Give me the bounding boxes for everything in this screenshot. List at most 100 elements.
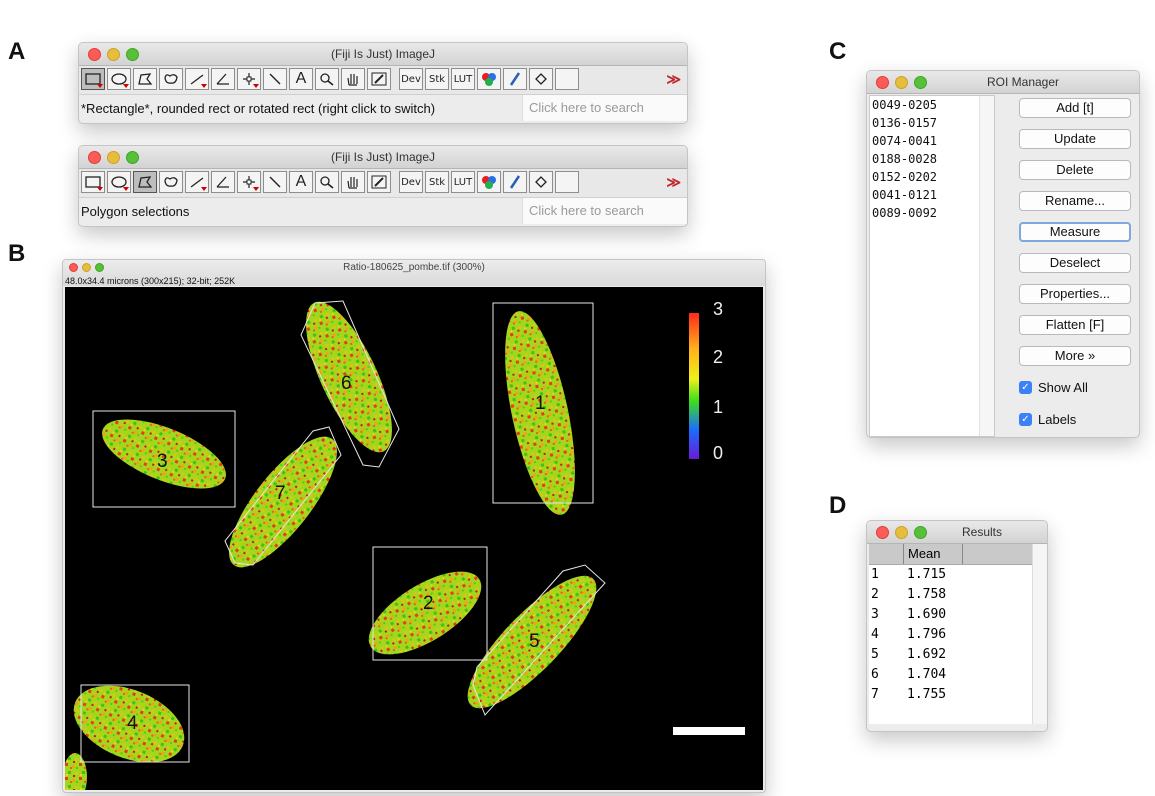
freehand-tool[interactable] <box>159 171 183 193</box>
row-mean: 1.704 <box>907 667 947 682</box>
hand-tool[interactable] <box>341 68 365 90</box>
checkmark-icon: ✓ <box>1019 413 1032 426</box>
brush-tool[interactable] <box>503 68 527 90</box>
table-row[interactable]: 2 1.758 <box>869 585 1045 605</box>
flood-fill-tool[interactable] <box>529 171 553 193</box>
image-canvas[interactable]: 3 2 1 0 1 2 3 4 5 6 7 <box>65 287 763 790</box>
text-tool[interactable]: A <box>289 68 313 90</box>
row-mean: 1.690 <box>907 607 947 622</box>
empty-tool-slot[interactable] <box>555 171 579 193</box>
roi-list-item[interactable]: 0049-0205 <box>870 96 994 114</box>
freehand-icon <box>164 177 178 187</box>
image-window: Ratio-180625_pombe.tif (300%) 48.0x34.4 … <box>62 259 766 793</box>
zoom-tool[interactable] <box>315 68 339 90</box>
wand-tool[interactable] <box>263 68 287 90</box>
roi-list-item[interactable]: 0152-0202 <box>870 168 994 186</box>
roi-list-scrollbar[interactable] <box>979 96 994 436</box>
panel-letter-b: B <box>8 240 26 267</box>
dropper-icon <box>371 72 387 86</box>
lut-menu[interactable]: LUT <box>451 68 475 90</box>
more-button[interactable]: More » <box>1019 346 1131 366</box>
roi-list-item[interactable]: 0136-0157 <box>870 114 994 132</box>
tool-row: A Dev Stk LUT ≫ <box>79 66 687 94</box>
oval-tool[interactable] <box>107 68 131 90</box>
more-tools-icon[interactable]: ≫ <box>666 71 681 88</box>
polygon-tool[interactable] <box>133 171 157 193</box>
roi-list-item[interactable]: 0041-0121 <box>870 186 994 204</box>
dev-menu[interactable]: Dev <box>399 171 423 193</box>
dev-menu[interactable]: Dev <box>399 68 423 90</box>
results-window: Results Mean 1 1.715 2 1.758 3 1.690 4 1.796… <box>866 520 1048 732</box>
roi-manager-window: ROI Manager 0049-0205 0136-0157 0074-004… <box>866 70 1140 438</box>
results-scrollbar[interactable] <box>1032 544 1047 724</box>
titlebar: (Fiji Is Just) ImageJ <box>79 146 687 169</box>
lut-menu[interactable]: LUT <box>451 171 475 193</box>
deselect-button[interactable]: Deselect <box>1019 253 1131 273</box>
line-tool[interactable] <box>185 68 209 90</box>
delete-button[interactable]: Delete <box>1019 160 1131 180</box>
stk-menu[interactable]: Stk <box>425 68 449 90</box>
titlebar: (Fiji Is Just) ImageJ <box>79 43 687 66</box>
text-tool[interactable]: A <box>289 171 313 193</box>
labels-checkbox[interactable]: ✓ Labels <box>1019 412 1076 427</box>
flood-fill-tool[interactable] <box>529 68 553 90</box>
titlebar: ROI Manager <box>867 71 1139 94</box>
row-index: 4 <box>871 627 879 642</box>
zoom-tool[interactable] <box>315 171 339 193</box>
line-tool[interactable] <box>185 171 209 193</box>
measure-button[interactable]: Measure <box>1019 222 1131 242</box>
brush-tool[interactable] <box>503 171 527 193</box>
point-tool[interactable] <box>237 171 261 193</box>
titlebar: Results <box>867 521 1047 544</box>
image-info: 48.0x34.4 microns (300x215); 32-bit; 252… <box>65 276 236 286</box>
angle-tool[interactable] <box>211 68 235 90</box>
roi-list-item[interactable]: 0074-0041 <box>870 132 994 150</box>
brush-icon <box>509 72 521 86</box>
polygon-tool[interactable] <box>133 68 157 90</box>
roi-list-item[interactable]: 0089-0092 <box>870 204 994 222</box>
table-row[interactable]: 3 1.690 <box>869 605 1045 625</box>
freehand-tool[interactable] <box>159 68 183 90</box>
table-row[interactable]: 1 1.715 <box>869 565 1045 585</box>
table-row[interactable]: 5 1.692 <box>869 645 1045 665</box>
dropper-tool[interactable] <box>367 171 391 193</box>
column-header-mean[interactable]: Mean <box>903 544 963 564</box>
window-title: ROI Manager <box>986 75 1060 89</box>
search-input[interactable]: Click here to search <box>522 95 687 121</box>
row-index: 1 <box>871 567 879 582</box>
update-button[interactable]: Update <box>1019 129 1131 149</box>
window-title: (Fiji Is Just) ImageJ <box>330 47 435 61</box>
rectangle-tool[interactable] <box>81 68 105 90</box>
rectangle-tool[interactable] <box>81 171 105 193</box>
search-input[interactable]: Click here to search <box>522 198 687 224</box>
more-tools-icon[interactable]: ≫ <box>666 174 681 191</box>
cell-image <box>65 300 745 790</box>
point-tool[interactable] <box>237 68 261 90</box>
table-row[interactable]: 6 1.704 <box>869 665 1045 685</box>
properties-button[interactable]: Properties... <box>1019 284 1131 304</box>
roi-list-item[interactable]: 0188-0028 <box>870 150 994 168</box>
color-tool[interactable] <box>477 68 501 90</box>
table-row[interactable]: 7 1.755 <box>869 685 1045 705</box>
wand-tool[interactable] <box>263 171 287 193</box>
brush-icon <box>509 175 521 189</box>
table-row[interactable]: 4 1.796 <box>869 625 1045 645</box>
roi-label-4: 4 <box>127 713 138 734</box>
oval-tool[interactable] <box>107 171 131 193</box>
roi-list[interactable]: 0049-0205 0136-0157 0074-0041 0188-0028 … <box>869 95 995 437</box>
roi-label-5: 5 <box>529 631 540 652</box>
flatten-button[interactable]: Flatten [F] <box>1019 315 1131 335</box>
show-all-checkbox[interactable]: ✓ Show All <box>1019 380 1088 395</box>
color-tool[interactable] <box>477 171 501 193</box>
rename-button[interactable]: Rename... <box>1019 191 1131 211</box>
row-mean: 1.758 <box>907 587 947 602</box>
angle-tool[interactable] <box>211 171 235 193</box>
status-bar: Polygon selections Click here to search <box>79 197 687 224</box>
stk-menu[interactable]: Stk <box>425 171 449 193</box>
row-mean: 1.715 <box>907 567 947 582</box>
add-button[interactable]: Add [t] <box>1019 98 1131 118</box>
empty-tool-slot[interactable] <box>555 68 579 90</box>
dropper-tool[interactable] <box>367 68 391 90</box>
hand-tool[interactable] <box>341 171 365 193</box>
bucket-icon <box>535 73 547 85</box>
